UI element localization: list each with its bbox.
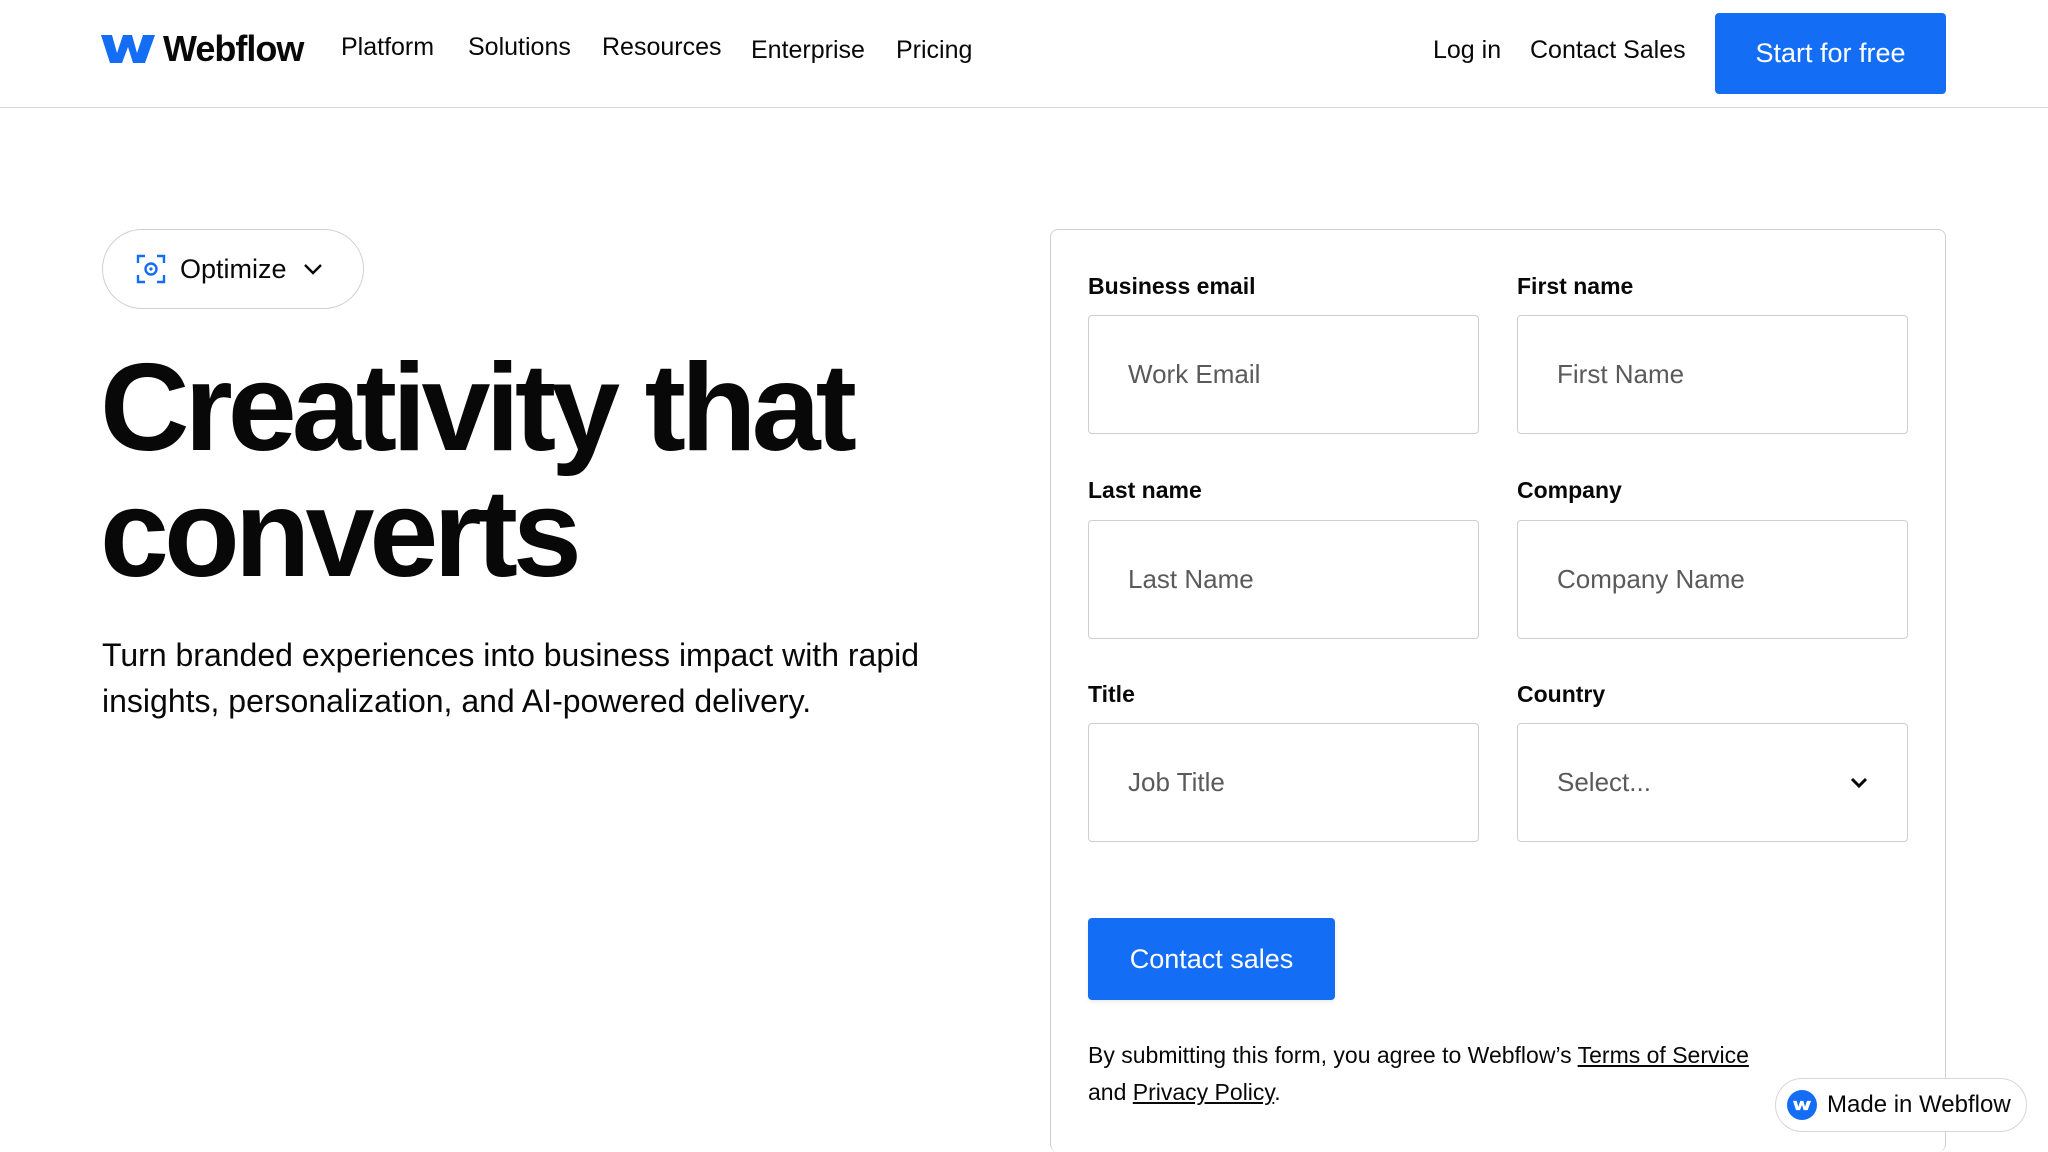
company-label: Company: [1517, 477, 1622, 503]
chevron-down-icon: [1850, 777, 1868, 788]
nav-solutions[interactable]: Solutions: [468, 33, 571, 62]
business-email-label: Business email: [1088, 273, 1256, 299]
job-title-input[interactable]: [1088, 723, 1479, 842]
made-in-webflow-badge[interactable]: Made in Webflow: [1775, 1078, 2027, 1132]
legal-notice: By submitting this form, you agree to We…: [1088, 1037, 1788, 1111]
contact-sales-submit-button[interactable]: Contact sales: [1088, 918, 1335, 1000]
legal-middle: and: [1088, 1079, 1133, 1105]
hero-title-line-1: Creativity that: [100, 339, 857, 477]
last-name-label: Last name: [1088, 477, 1202, 503]
hero-subtitle: Turn branded experiences into business i…: [102, 637, 920, 719]
first-name-label: First name: [1517, 273, 1634, 299]
badge-label: Made in Webflow: [1827, 1091, 2011, 1118]
webflow-badge-icon: [1787, 1090, 1817, 1120]
hero-title: Creativity that converts: [100, 345, 980, 597]
contact-sales-link[interactable]: Contact Sales: [1530, 36, 1686, 65]
country-select[interactable]: Select...: [1517, 723, 1908, 842]
nav-platform[interactable]: Platform: [341, 33, 434, 62]
site-header: Webflow Platform Solutions Resources Ent…: [0, 0, 2048, 108]
nav-resources[interactable]: Resources: [602, 33, 722, 62]
pill-label: Optimize: [180, 253, 287, 284]
nav-enterprise[interactable]: Enterprise: [751, 36, 865, 65]
legal-prefix: By submitting this form, you agree to We…: [1088, 1042, 1578, 1068]
login-link[interactable]: Log in: [1433, 36, 1501, 65]
business-email-input[interactable]: [1088, 315, 1479, 434]
title-label: Title: [1088, 681, 1135, 707]
country-label: Country: [1517, 681, 1606, 707]
start-for-free-button[interactable]: Start for free: [1715, 13, 1946, 94]
logo-wordmark: Webflow: [163, 28, 304, 69]
webflow-logo[interactable]: Webflow: [101, 28, 304, 69]
webflow-logo-mark-icon: [101, 35, 155, 63]
hero-title-line-2: converts: [100, 465, 582, 603]
chevron-down-icon: [303, 264, 322, 275]
last-name-input[interactable]: [1088, 520, 1479, 639]
nav-pricing[interactable]: Pricing: [896, 36, 972, 65]
country-select-value: Select...: [1557, 767, 1651, 797]
terms-of-service-link[interactable]: Terms of Service: [1578, 1042, 1749, 1068]
legal-suffix: .: [1274, 1079, 1281, 1105]
company-input[interactable]: [1517, 520, 1908, 639]
focus-target-icon: [136, 254, 166, 284]
product-dropdown-pill[interactable]: Optimize: [102, 229, 364, 309]
first-name-input[interactable]: [1517, 315, 1908, 434]
privacy-policy-link[interactable]: Privacy Policy: [1133, 1079, 1274, 1105]
